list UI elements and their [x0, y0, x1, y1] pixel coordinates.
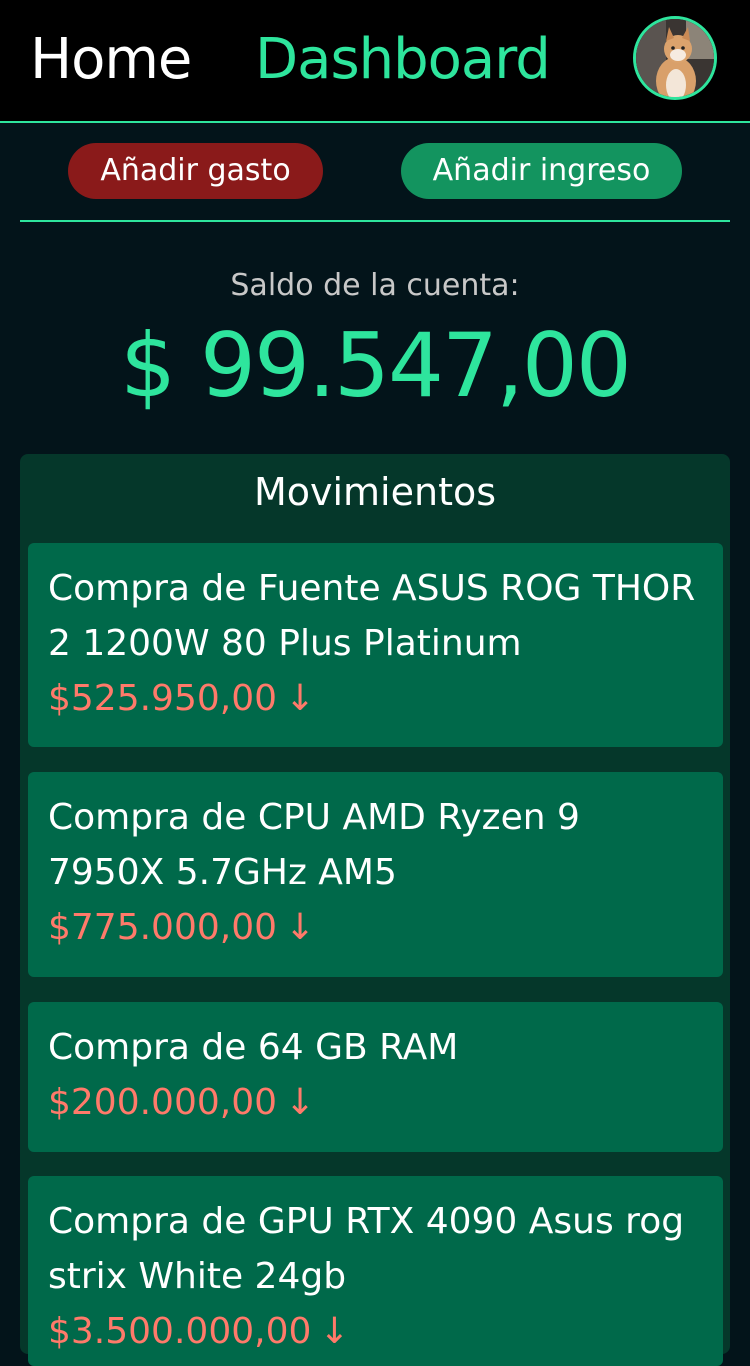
movement-card[interactable]: Compra de CPU AMD Ryzen 9 7950X 5.7GHz A…	[28, 772, 723, 977]
movement-amount: $200.000,00	[48, 1082, 278, 1123]
movement-card[interactable]: Compra de Fuente ASUS ROG THOR 2 1200W 8…	[28, 543, 723, 747]
arrow-down-icon: ↓	[285, 907, 316, 948]
divider	[20, 220, 730, 222]
movement-title: Compra de 64 GB RAM	[48, 1027, 459, 1068]
nav-dashboard-link[interactable]: Dashboard	[255, 26, 551, 94]
movement-amount: $525.950,00	[48, 678, 278, 719]
movement-amount: $3.500.000,00	[48, 1311, 312, 1352]
balance-label: Saldo de la cuenta:	[230, 268, 520, 303]
movement-amount-row: $3.500.000,00 ↓	[48, 1304, 703, 1359]
nav-home-link[interactable]: Home	[30, 26, 192, 94]
movement-card[interactable]: Compra de GPU RTX 4090 Asus rog strix Wh…	[28, 1176, 723, 1366]
movement-card[interactable]: Compra de 64 GB RAM $200.000,00 ↓	[28, 1002, 723, 1152]
movement-amount-row: $525.950,00 ↓	[48, 671, 703, 726]
movement-title: Compra de CPU AMD Ryzen 9 7950X 5.7GHz A…	[48, 797, 580, 893]
add-expense-button[interactable]: Añadir gasto	[68, 143, 323, 199]
movement-amount-row: $200.000,00 ↓	[48, 1075, 703, 1130]
movements-panel: Movimientos Compra de Fuente ASUS ROG TH…	[20, 454, 730, 1366]
movement-title: Compra de Fuente ASUS ROG THOR 2 1200W 8…	[48, 568, 696, 664]
cat-avatar-icon	[636, 19, 714, 97]
arrow-down-icon: ↓	[319, 1311, 350, 1352]
avatar[interactable]	[633, 16, 717, 100]
movements-title: Movimientos	[253, 470, 497, 514]
movement-title: Compra de GPU RTX 4090 Asus rog strix Wh…	[48, 1201, 685, 1297]
arrow-down-icon: ↓	[285, 1082, 316, 1123]
balance-value: $ 99.547,00	[120, 314, 632, 417]
movement-amount-row: $775.000,00 ↓	[48, 900, 703, 955]
add-income-button[interactable]: Añadir ingreso	[401, 143, 682, 199]
movement-amount: $775.000,00	[48, 907, 278, 948]
navbar: Home Dashboard	[0, 0, 750, 123]
arrow-down-icon: ↓	[285, 678, 316, 719]
